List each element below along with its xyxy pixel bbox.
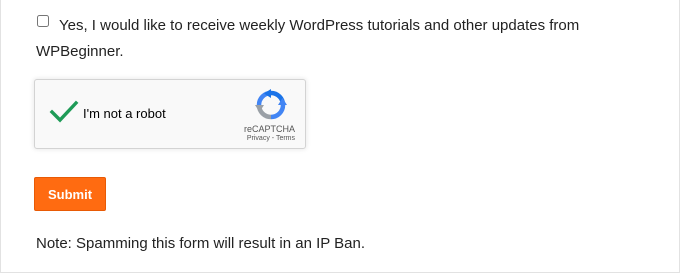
newsletter-consent-label[interactable]: Yes, I would like to receive weekly Word… <box>36 13 636 65</box>
green-checkmark-icon[interactable] <box>49 100 79 124</box>
recaptcha-links: Privacy - Terms <box>247 135 295 142</box>
newsletter-consent: Yes, I would like to receive weekly Word… <box>36 13 636 65</box>
recaptcha-widget: I'm not a robot reCAPTCHA Privacy - Term… <box>34 79 306 149</box>
recaptcha-label: I'm not a robot <box>83 106 166 121</box>
recaptcha-terms-link[interactable]: Terms <box>276 135 295 142</box>
recaptcha-brand: reCAPTCHA <box>243 124 295 134</box>
submit-button[interactable]: Submit <box>34 177 106 211</box>
spam-warning-note: Note: Spamming this form will result in … <box>36 235 366 252</box>
recaptcha-logo-icon <box>255 89 287 120</box>
newsletter-consent-checkbox[interactable] <box>37 15 49 27</box>
recaptcha-privacy-link[interactable]: Privacy <box>247 135 270 142</box>
